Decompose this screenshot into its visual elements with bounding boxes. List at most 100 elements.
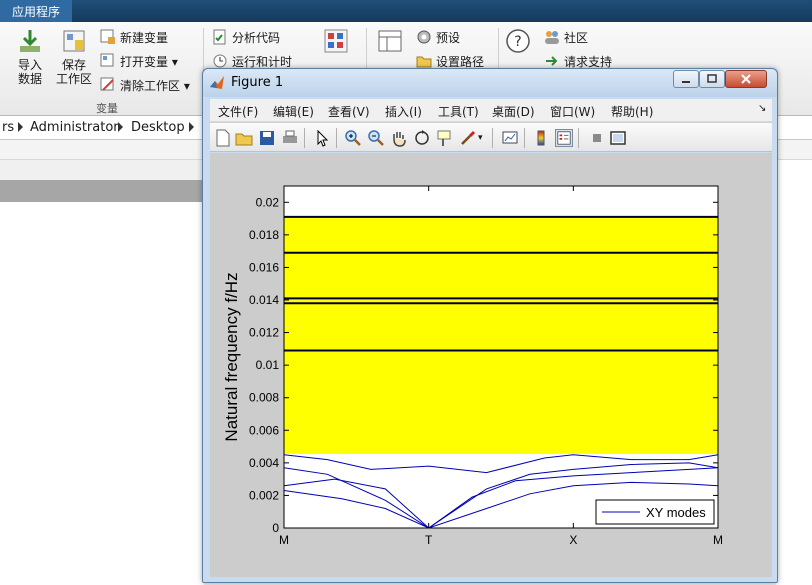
dock-arrow-icon[interactable]: ↘ bbox=[758, 103, 766, 114]
help-icon: ? bbox=[506, 29, 530, 53]
x-tick-label: M bbox=[279, 533, 289, 547]
figure-title: Figure 1 bbox=[231, 75, 284, 90]
breadcrumb-segment[interactable]: Desktop bbox=[131, 120, 185, 135]
group-label-variable: 变量 bbox=[96, 102, 118, 115]
chevron-down-icon: ▾ bbox=[180, 79, 190, 93]
open-variable-button[interactable]: 打开变量 ▾ bbox=[100, 53, 178, 71]
select-arrow-icon[interactable] bbox=[313, 129, 331, 147]
menu-window[interactable]: 窗口(W) bbox=[550, 103, 595, 120]
legend-icon[interactable] bbox=[555, 129, 573, 147]
analyze-code-icon bbox=[213, 29, 226, 45]
legend-box[interactable]: XY modes bbox=[595, 499, 715, 525]
import-data-label: 导入 数据 bbox=[17, 58, 42, 86]
y-tick-label: 0.01 bbox=[256, 358, 280, 372]
support-arrow-icon bbox=[546, 56, 558, 66]
new-variable-button[interactable]: 新建变量 bbox=[100, 29, 168, 47]
chevron-down-icon[interactable]: ▾ bbox=[478, 129, 496, 147]
matlab-logo-icon bbox=[210, 76, 224, 89]
breadcrumb-arrow-icon bbox=[118, 122, 123, 132]
clear-workspace-icon bbox=[100, 77, 114, 91]
zoom-in-icon[interactable] bbox=[344, 129, 362, 147]
new-figure-icon[interactable] bbox=[214, 129, 232, 147]
figure-titlebar[interactable]: Figure 1 bbox=[203, 69, 777, 97]
breadcrumb-segment[interactable]: rs bbox=[2, 120, 14, 135]
preferences-label: 预设 bbox=[436, 31, 461, 45]
y-axis-label: Natural frequency f/Hz bbox=[222, 272, 241, 441]
figure-canvas: 0 0.002 0.004 0.006 0.008 0.01 0.012 0.014 0.016… bbox=[210, 153, 772, 577]
show-plot-tools-icon[interactable] bbox=[609, 129, 627, 147]
hide-plot-tools-icon[interactable] bbox=[588, 129, 606, 147]
rotate-3d-icon[interactable] bbox=[413, 129, 431, 147]
pan-hand-icon[interactable] bbox=[390, 129, 408, 147]
save-workspace-button[interactable]: 保存 工作区 bbox=[54, 28, 94, 86]
current-folder-panel bbox=[0, 202, 204, 585]
open-variable-icon bbox=[100, 53, 114, 67]
x-tick-label: T bbox=[425, 533, 433, 547]
new-variable-label: 新建变量 bbox=[120, 31, 169, 45]
brush-icon[interactable] bbox=[459, 129, 477, 147]
print-icon[interactable] bbox=[281, 129, 299, 147]
layout-icon bbox=[378, 30, 402, 52]
import-arrow-icon bbox=[20, 30, 40, 52]
breadcrumb-segment[interactable]: Administrator bbox=[30, 120, 119, 135]
y-tick-label: 0.018 bbox=[249, 228, 279, 242]
toolbar-separator bbox=[492, 128, 493, 148]
menu-edit[interactable]: 编辑(E) bbox=[273, 103, 314, 120]
set-path-label: 设置路径 bbox=[436, 55, 485, 69]
y-tick-label: 0.006 bbox=[249, 423, 279, 437]
breadcrumb-arrow-icon bbox=[18, 122, 23, 132]
import-data-button[interactable]: 导入 数据 bbox=[12, 28, 48, 86]
help-button[interactable]: ? bbox=[504, 28, 532, 58]
y-tick-label: 0.02 bbox=[256, 195, 280, 209]
request-support-label: 请求支持 bbox=[564, 55, 613, 69]
close-icon bbox=[741, 74, 751, 84]
preferences-button[interactable]: 预设 bbox=[416, 29, 460, 47]
figure-toolbar: ▾ bbox=[210, 122, 772, 152]
menu-desktop[interactable]: 桌面(D) bbox=[492, 103, 535, 120]
y-tick-label: 0.014 bbox=[249, 293, 279, 307]
toolbar-separator bbox=[336, 128, 337, 148]
save-workspace-icon bbox=[63, 30, 85, 52]
save-icon[interactable] bbox=[258, 129, 276, 147]
close-button[interactable] bbox=[725, 70, 767, 88]
menu-file[interactable]: 文件(F) bbox=[218, 103, 258, 120]
layout-button[interactable] bbox=[374, 28, 406, 58]
analyze-code-label: 分析代码 bbox=[232, 31, 281, 45]
minimize-button[interactable] bbox=[673, 70, 699, 88]
run-and-time-label: 运行和计时 bbox=[232, 55, 293, 69]
menu-insert[interactable]: 插入(I) bbox=[385, 103, 422, 120]
tab-apps[interactable]: 应用程序 bbox=[0, 0, 73, 22]
menu-help[interactable]: 帮助(H) bbox=[611, 103, 653, 120]
y-tick-label: 0.002 bbox=[249, 488, 279, 502]
new-variable-icon bbox=[100, 29, 115, 44]
community-label: 社区 bbox=[564, 31, 589, 45]
figure-menubar: 文件(F) 编辑(E) 查看(V) 插入(I) 工具(T) 桌面(D) 窗口(W… bbox=[210, 99, 772, 121]
breadcrumb-arrow-icon bbox=[189, 122, 194, 132]
clear-workspace-button[interactable]: 清除工作区 ▾ bbox=[100, 77, 190, 95]
open-icon[interactable] bbox=[235, 129, 253, 147]
simulink-button[interactable] bbox=[320, 28, 352, 58]
community-icon bbox=[545, 31, 559, 44]
svg-text:?: ? bbox=[514, 34, 521, 50]
menu-view[interactable]: 查看(V) bbox=[328, 103, 370, 120]
figure-window: Figure 1 文件(F) 编辑(E) 查看(V) 插入(I) 工具(T) 桌… bbox=[202, 68, 778, 583]
y-tick-label: 0.016 bbox=[249, 260, 279, 274]
app-tabbar: 应用程序 bbox=[0, 0, 812, 22]
colorbar-icon[interactable] bbox=[532, 129, 550, 147]
plot-axes[interactable]: 00.0020.0040.0060.0080.010.0120.0140.016… bbox=[210, 153, 772, 577]
link-plot-icon[interactable] bbox=[501, 129, 519, 147]
gear-icon bbox=[417, 30, 431, 44]
maximize-icon bbox=[707, 74, 717, 83]
simulink-library-icon bbox=[324, 29, 348, 53]
open-variable-label: 打开变量 bbox=[120, 55, 169, 69]
y-tick-label: 0.012 bbox=[249, 326, 279, 340]
x-tick-label: X bbox=[569, 533, 577, 547]
x-tick-label: M bbox=[713, 533, 723, 547]
save-workspace-label: 保存 工作区 bbox=[55, 58, 92, 86]
maximize-button[interactable] bbox=[699, 70, 725, 88]
data-cursor-icon[interactable] bbox=[436, 129, 454, 147]
menu-tools[interactable]: 工具(T) bbox=[438, 103, 479, 120]
zoom-out-icon[interactable] bbox=[367, 129, 385, 147]
analyze-code-button[interactable]: 分析代码 bbox=[212, 29, 280, 47]
community-button[interactable]: 社区 bbox=[544, 29, 588, 47]
